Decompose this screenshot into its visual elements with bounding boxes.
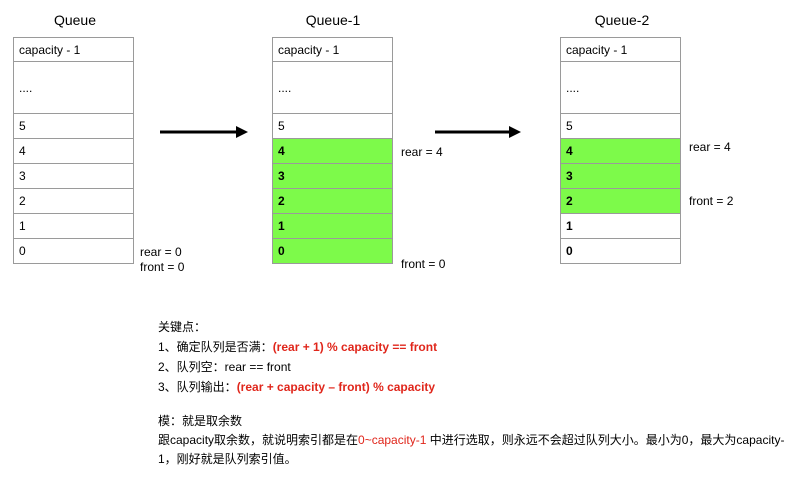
queue-cell: 4 (560, 139, 681, 164)
modulo-heading: 模：就是取余数 (158, 414, 243, 428)
key-point-full-label: 1、确定队列是否满： (158, 340, 273, 354)
queue-1-rear-label: rear = 4 (401, 145, 443, 159)
queue-2-front-label: front = 2 (689, 194, 734, 208)
queue-cell: 2 (272, 189, 393, 214)
queue-1-title: Queue-1 (305, 12, 361, 28)
queue-cell: 2 (13, 189, 134, 214)
key-point-full: 1、确定队列是否满：(rear + 1) % capacity == front (158, 337, 437, 357)
queue-2-title: Queue-2 (594, 12, 650, 28)
queue-cell: 3 (272, 164, 393, 189)
queue-2-column: capacity - 1.... 5 4 3 2 1 0 (560, 37, 681, 264)
queue-cell: 5 (272, 114, 393, 139)
queue-cell: 4 (272, 139, 393, 164)
key-point-empty: 2、队列空：rear == front (158, 360, 291, 374)
queue-cell: 1 (272, 214, 393, 239)
arrow-right-icon (435, 126, 521, 138)
output-formula: (rear + capacity – front) % capacity (236, 380, 436, 394)
queue-cell: .... (13, 62, 134, 114)
arrow-right-icon (160, 126, 248, 138)
key-points: 关键点： 1、确定队列是否满：(rear + 1) % capacity == … (158, 317, 437, 397)
queue-cell: 0 (560, 239, 681, 264)
queue-1-column: capacity - 1.... 5 4 3 2 1 0 (272, 37, 393, 264)
full-formula: (rear + 1) % capacity == front (272, 340, 438, 354)
queue-cell: capacity - 1 (272, 37, 393, 62)
queue-cell: capacity - 1 (560, 37, 681, 62)
queue-cell: 5 (13, 114, 134, 139)
queue-cell: 0 (13, 239, 134, 264)
queue-cell: capacity - 1 (13, 37, 134, 62)
queue-cell: 2 (560, 189, 681, 214)
queue-column: capacity - 1.... 5 4 3 2 1 0 (13, 37, 134, 264)
queue-cell: .... (560, 62, 681, 114)
modulo-body-part1: 跟capacity取余数，就说明索引都是在 (158, 433, 359, 447)
queue-cell: 3 (560, 164, 681, 189)
index-range: 0~capacity-1 (358, 433, 427, 447)
queue-title: Queue (53, 12, 97, 28)
modulo-explanation: 模：就是取余数 跟capacity取余数，就说明索引都是在0~capacity-… (158, 412, 798, 469)
key-point-output: 3、队列输出：(rear + capacity – front) % capac… (158, 377, 437, 397)
queue-cell: 5 (560, 114, 681, 139)
queue-cell: 3 (13, 164, 134, 189)
queue-1-front-label: front = 0 (401, 257, 446, 271)
queue-rear-label: rear = 0 (140, 245, 182, 259)
queue-cell: 4 (13, 139, 134, 164)
queue-front-label: front = 0 (140, 260, 185, 274)
queue-cell: 1 (13, 214, 134, 239)
key-points-heading: 关键点： (158, 320, 207, 334)
queue-2-rear-label: rear = 4 (689, 140, 731, 154)
key-point-output-label: 3、队列输出： (158, 380, 237, 394)
modulo-body: 跟capacity取余数，就说明索引都是在0~capacity-1 中进行选取，… (158, 431, 798, 469)
queue-cell: 1 (560, 214, 681, 239)
queue-cell: .... (272, 62, 393, 114)
queue-cell: 0 (272, 239, 393, 264)
